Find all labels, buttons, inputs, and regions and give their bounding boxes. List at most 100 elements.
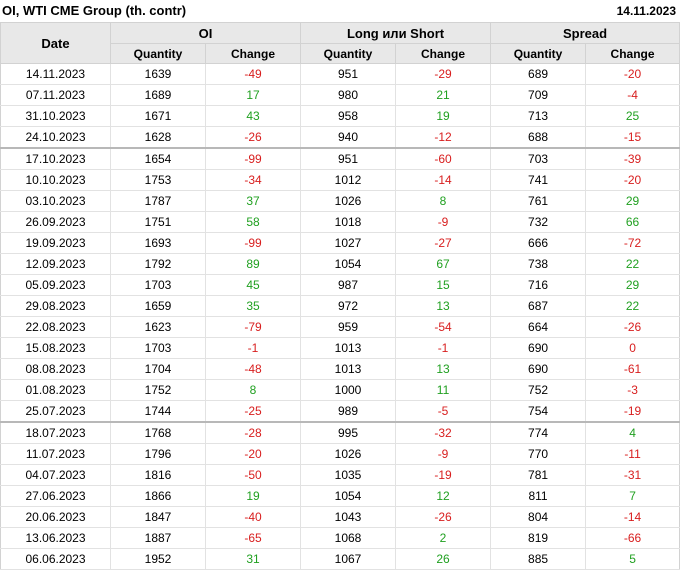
oi-quantity-cell: 1654 [110, 147, 206, 170]
ls-quantity-cell: 972 [300, 295, 396, 317]
table-row: 08.08.2023 1704 -48 1013 13 690 -61 [0, 358, 680, 380]
oi-change-cell: 35 [204, 295, 301, 317]
date-cell: 06.06.2023 [0, 548, 111, 570]
oi-change-cell: 8 [204, 379, 301, 401]
ls-change-cell: 15 [395, 274, 491, 296]
spread-quantity-cell: 741 [490, 169, 586, 191]
report-header: OI, WTI CME Group (th. contr) 14.11.2023 [0, 0, 680, 22]
table-row: 10.10.2023 1753 -34 1012 -14 741 -20 [0, 169, 680, 191]
oi-change-cell: -26 [204, 126, 301, 149]
spread-change-cell: 29 [585, 190, 680, 212]
spread-quantity-cell: 664 [490, 316, 586, 338]
spread-quantity-cell: 752 [490, 379, 586, 401]
column-header-ls-change: Change [395, 43, 492, 64]
spread-change-cell: -3 [585, 379, 680, 401]
ls-change-cell: -12 [395, 126, 491, 149]
report-date: 14.11.2023 [616, 4, 676, 18]
spread-change-cell: -14 [585, 506, 680, 528]
table-row: 31.10.2023 1671 43 958 19 713 25 [0, 105, 680, 127]
table-row: 29.08.2023 1659 35 972 13 687 22 [0, 295, 680, 317]
ls-quantity-cell: 1013 [300, 358, 396, 380]
spread-quantity-cell: 811 [490, 485, 586, 507]
oi-change-cell: -20 [204, 443, 301, 465]
oi-change-cell: 89 [204, 253, 301, 275]
table-row: 06.06.2023 1952 31 1067 26 885 5 [0, 548, 680, 570]
oi-quantity-cell: 1816 [110, 464, 206, 486]
date-cell: 27.06.2023 [0, 485, 111, 507]
oi-quantity-cell: 1659 [110, 295, 206, 317]
ls-quantity-cell: 959 [300, 316, 396, 338]
spread-change-cell: -4 [585, 84, 680, 106]
spread-change-cell: -19 [585, 400, 680, 423]
ls-change-cell: -60 [395, 147, 491, 170]
ls-quantity-cell: 1013 [300, 337, 396, 359]
oi-quantity-cell: 1847 [110, 506, 206, 528]
oi-change-cell: -48 [204, 358, 301, 380]
spread-change-cell: -20 [585, 169, 680, 191]
ls-change-cell: -26 [395, 506, 491, 528]
date-cell: 20.06.2023 [0, 506, 111, 528]
spread-change-cell: -66 [585, 527, 680, 549]
date-cell: 08.08.2023 [0, 358, 111, 380]
date-cell: 18.07.2023 [0, 421, 111, 444]
oi-change-cell: -49 [204, 63, 301, 85]
date-cell: 19.09.2023 [0, 232, 111, 254]
ls-quantity-cell: 980 [300, 84, 396, 106]
oi-change-cell: 43 [204, 105, 301, 127]
table-row: 07.11.2023 1689 17 980 21 709 -4 [0, 84, 680, 106]
oi-change-cell: -25 [204, 400, 301, 423]
table-row: 24.10.2023 1628 -26 940 -12 688 -15 [0, 126, 680, 149]
table-row: 01.08.2023 1752 8 1000 11 752 -3 [0, 379, 680, 401]
spread-quantity-cell: 690 [490, 337, 586, 359]
spread-change-cell: 7 [585, 485, 680, 507]
oi-change-cell: -99 [204, 232, 301, 254]
table-row: 15.08.2023 1703 -1 1013 -1 690 0 [0, 337, 680, 359]
spread-change-cell: -26 [585, 316, 680, 338]
date-cell: 14.11.2023 [0, 63, 111, 85]
spread-change-cell: 66 [585, 211, 680, 233]
oi-change-cell: -99 [204, 147, 301, 170]
ls-change-cell: 67 [395, 253, 491, 275]
ls-quantity-cell: 1018 [300, 211, 396, 233]
oi-quantity-cell: 1751 [110, 211, 206, 233]
oi-quantity-cell: 1639 [110, 63, 206, 85]
ls-quantity-cell: 1054 [300, 485, 396, 507]
spread-quantity-cell: 885 [490, 548, 586, 570]
oi-quantity-cell: 1628 [110, 126, 206, 149]
ls-change-cell: -1 [395, 337, 491, 359]
oi-quantity-cell: 1704 [110, 358, 206, 380]
oi-quantity-cell: 1703 [110, 337, 206, 359]
ls-quantity-cell: 1043 [300, 506, 396, 528]
ls-quantity-cell: 1067 [300, 548, 396, 570]
ls-change-cell: 2 [395, 527, 491, 549]
oi-quantity-cell: 1671 [110, 105, 206, 127]
spread-quantity-cell: 688 [490, 126, 586, 149]
spread-change-cell: -61 [585, 358, 680, 380]
ls-change-cell: 21 [395, 84, 491, 106]
ls-change-cell: -9 [395, 443, 491, 465]
oi-change-cell: -28 [204, 421, 301, 444]
table-row: 12.09.2023 1792 89 1054 67 738 22 [0, 253, 680, 275]
ls-change-cell: -29 [395, 63, 491, 85]
table-row: 25.07.2023 1744 -25 989 -5 754 -19 [0, 400, 680, 423]
oi-change-cell: -79 [204, 316, 301, 338]
spread-quantity-cell: 761 [490, 190, 586, 212]
ls-quantity-cell: 989 [300, 400, 396, 423]
ls-quantity-cell: 940 [300, 126, 396, 149]
ls-quantity-cell: 1026 [300, 443, 396, 465]
oi-change-cell: -34 [204, 169, 301, 191]
ls-change-cell: -14 [395, 169, 491, 191]
table-row: 22.08.2023 1623 -79 959 -54 664 -26 [0, 316, 680, 338]
ls-quantity-cell: 1026 [300, 190, 396, 212]
ls-change-cell: -27 [395, 232, 491, 254]
table-row: 05.09.2023 1703 45 987 15 716 29 [0, 274, 680, 296]
ls-quantity-cell: 1054 [300, 253, 396, 275]
spread-quantity-cell: 666 [490, 232, 586, 254]
column-header-spread-quantity: Quantity [490, 43, 587, 64]
column-group-spread: Spread [490, 22, 680, 44]
ls-quantity-cell: 995 [300, 421, 396, 444]
oi-change-cell: 19 [204, 485, 301, 507]
spread-change-cell: 5 [585, 548, 680, 570]
ls-change-cell: 13 [395, 358, 491, 380]
spread-change-cell: 29 [585, 274, 680, 296]
